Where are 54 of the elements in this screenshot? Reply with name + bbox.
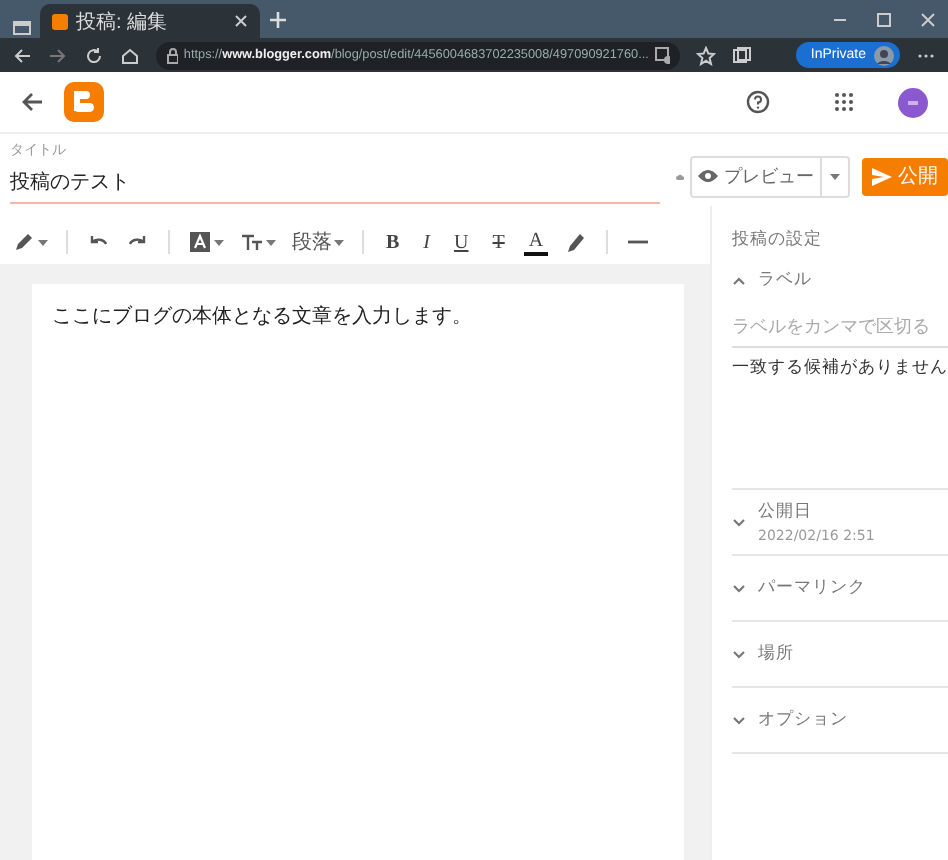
no-match-message: 一致する候補がありません bbox=[732, 356, 948, 380]
paragraph-style-dropdown[interactable]: 段落 bbox=[288, 226, 348, 258]
maximize-icon[interactable] bbox=[876, 11, 892, 27]
title-input[interactable]: 投稿のテスト bbox=[10, 160, 660, 204]
profile-avatar-icon bbox=[874, 45, 894, 65]
font-tool-button[interactable] bbox=[184, 228, 228, 256]
collections-icon[interactable] bbox=[732, 45, 752, 65]
chevron-up-icon bbox=[732, 275, 746, 285]
forward-icon[interactable] bbox=[48, 45, 68, 65]
close-tab-icon[interactable] bbox=[234, 14, 248, 28]
strike-format-button[interactable]: T bbox=[488, 229, 509, 255]
section-header[interactable]: パーマリンク bbox=[732, 566, 948, 610]
font-icon bbox=[188, 230, 212, 254]
editor-page[interactable]: ここにブログの本体となる文章を入力します。 bbox=[32, 284, 684, 860]
chevron-down-icon bbox=[732, 715, 746, 725]
marker-icon bbox=[563, 230, 588, 254]
app-available-icon[interactable] bbox=[654, 46, 670, 64]
browser-tab[interactable]: 投稿: 編集 bbox=[40, 4, 260, 38]
preview-button[interactable]: プレビュー bbox=[692, 157, 820, 195]
settings-heading: 投稿の設定 bbox=[732, 228, 824, 252]
bold-format-button[interactable]: B bbox=[382, 229, 404, 255]
chevron-down-icon bbox=[732, 583, 746, 593]
underline-format-button[interactable]: U bbox=[450, 229, 473, 255]
tab-actions-icon[interactable] bbox=[12, 18, 32, 38]
home-icon[interactable] bbox=[120, 45, 140, 65]
site-favicon-icon bbox=[52, 13, 68, 29]
lock-icon bbox=[166, 47, 178, 63]
help-icon[interactable] bbox=[746, 90, 770, 114]
refresh-icon[interactable] bbox=[84, 45, 104, 65]
back-arrow-icon[interactable] bbox=[20, 90, 44, 114]
section-header[interactable]: ラベル bbox=[732, 268, 948, 292]
color-format-button[interactable]: A bbox=[524, 229, 548, 255]
caret-icon bbox=[266, 238, 276, 246]
text-size-icon bbox=[240, 230, 264, 254]
send-icon bbox=[872, 167, 892, 185]
section-header[interactable]: 場所 bbox=[732, 632, 948, 676]
back-icon[interactable] bbox=[12, 45, 32, 65]
caret-icon bbox=[214, 238, 224, 246]
favorites-icon[interactable] bbox=[696, 45, 716, 65]
chevron-down-icon bbox=[732, 649, 746, 659]
eye-icon bbox=[698, 168, 718, 184]
section-header[interactable]: オプション bbox=[732, 698, 948, 742]
caret-icon bbox=[830, 172, 840, 180]
new-tab-icon[interactable] bbox=[268, 9, 288, 29]
italic-format-button[interactable]: I bbox=[419, 229, 435, 255]
apps-grid-icon[interactable] bbox=[834, 92, 854, 112]
account-avatar[interactable] bbox=[898, 87, 928, 117]
close-window-icon[interactable] bbox=[920, 11, 936, 27]
caret-icon bbox=[38, 238, 48, 246]
blogger-logo[interactable] bbox=[64, 82, 104, 122]
pen-icon bbox=[12, 230, 36, 254]
caret-icon bbox=[334, 238, 344, 246]
body-text: ここにブログの本体となる文章を入力します。 bbox=[52, 303, 474, 330]
chevron-down-icon bbox=[732, 517, 746, 527]
